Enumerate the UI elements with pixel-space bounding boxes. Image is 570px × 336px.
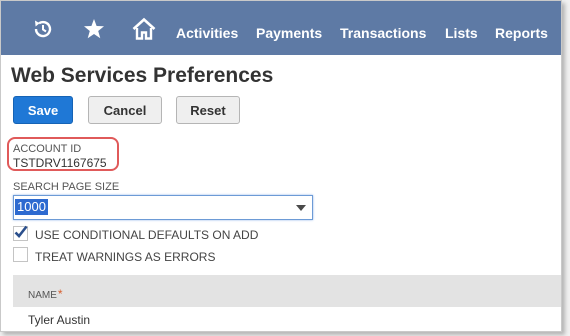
nav-item-reports[interactable]: Reports (495, 25, 548, 41)
nav-item-transactions[interactable]: Transactions (340, 25, 426, 41)
nav-item-lists[interactable]: Lists (445, 25, 478, 41)
column-header-name[interactable]: NAME* (28, 287, 63, 301)
table-header: NAME* (13, 275, 561, 307)
search-page-size-value: 1000 (15, 199, 48, 215)
reset-button[interactable]: Reset (176, 96, 240, 124)
search-page-size-label: SEARCH PAGE SIZE (13, 181, 120, 193)
account-id-label: ACCOUNT ID (13, 143, 82, 155)
treat-warnings-as-errors-checkbox[interactable] (13, 247, 28, 262)
treat-warnings-as-errors-label: TREAT WARNINGS AS ERRORS (35, 250, 216, 264)
use-conditional-defaults-checkbox[interactable] (13, 225, 28, 241)
nav-item-payments[interactable]: Payments (256, 25, 322, 41)
use-conditional-defaults-label: USE CONDITIONAL DEFAULTS ON ADD (35, 228, 259, 242)
app-window: Activities Payments Transactions Lists R… (0, 0, 562, 332)
required-marker: * (57, 287, 63, 301)
search-page-size-select[interactable]: 1000 (13, 195, 313, 220)
cancel-button[interactable]: Cancel (88, 96, 162, 124)
page-title: Web Services Preferences (11, 64, 274, 87)
nav-item-activities[interactable]: Activities (176, 25, 238, 41)
home-icon[interactable] (132, 17, 156, 41)
chevron-down-icon[interactable] (296, 205, 306, 211)
save-button[interactable]: Save (13, 96, 73, 124)
table-row[interactable]: Tyler Austin (28, 313, 90, 327)
checkmark-icon (14, 225, 28, 238)
recent-icon[interactable] (31, 17, 55, 41)
account-id-value: TSTDRV1167675 (13, 156, 107, 170)
top-nav-bar: Activities Payments Transactions Lists R… (1, 1, 561, 55)
star-icon[interactable] (82, 17, 106, 41)
